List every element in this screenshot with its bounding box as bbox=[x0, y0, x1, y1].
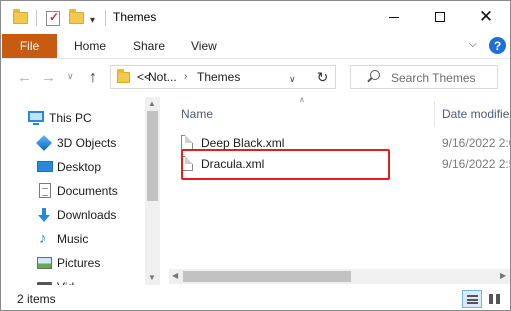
nav-item-label: This PC bbox=[49, 111, 92, 125]
forward-icon[interactable]: → bbox=[41, 69, 56, 86]
large-icons-view-icon bbox=[489, 294, 500, 304]
horizontal-scrollbar[interactable]: ◀ ▶ bbox=[169, 269, 510, 284]
nav-item-label: 3D Objects bbox=[57, 136, 117, 150]
search-input[interactable]: Search Themes bbox=[350, 65, 498, 89]
maximize-button[interactable] bbox=[417, 1, 463, 33]
maximize-icon bbox=[435, 12, 445, 22]
large-icons-view-button[interactable] bbox=[485, 290, 505, 308]
folder-icon bbox=[117, 69, 130, 83]
nav-item-label: Pictures bbox=[57, 256, 101, 270]
refresh-icon: ↻ bbox=[316, 68, 329, 85]
minimize-icon bbox=[389, 16, 399, 18]
desktop-icon bbox=[37, 161, 53, 175]
status-bar: 2 items bbox=[1, 285, 510, 310]
nav-item-music[interactable]: ♪ Music bbox=[1, 228, 146, 250]
scroll-up-icon[interactable]: ▲ bbox=[148, 99, 156, 108]
address-bar[interactable]: << Not... › Themes ∨ bbox=[110, 65, 336, 89]
breadcrumb-not[interactable]: Not... bbox=[148, 70, 177, 84]
quick-access-dropdown-icon[interactable]: ▾ bbox=[90, 11, 95, 29]
up-icon[interactable]: ↑ bbox=[89, 69, 97, 87]
nav-item-this-pc[interactable]: This PC bbox=[1, 107, 146, 129]
search-icon bbox=[367, 70, 380, 82]
pictures-icon bbox=[37, 257, 53, 271]
3d-objects-icon bbox=[36, 135, 53, 151]
close-icon: ✕ bbox=[478, 7, 494, 26]
music-icon: ♪ bbox=[39, 230, 47, 247]
nav-item-label: Downloads bbox=[57, 208, 117, 222]
close-button[interactable]: ✕ bbox=[463, 1, 509, 33]
nav-item-documents[interactable]: Documents bbox=[1, 180, 146, 202]
column-divider[interactable] bbox=[434, 101, 435, 127]
nav-item-pictures[interactable]: Pictures bbox=[1, 252, 146, 274]
properties-icon[interactable] bbox=[46, 9, 60, 27]
details-view-icon bbox=[467, 295, 478, 304]
address-row: ← → ∨ ↑ << Not... › Themes ∨ ↻ Search Th… bbox=[1, 59, 510, 97]
navigation-pane: This PC 3D Objects Desktop Documents Dow… bbox=[1, 97, 161, 294]
title-bar: ▾ Themes ✕ bbox=[1, 1, 510, 33]
help-icon[interactable]: ? bbox=[489, 37, 506, 54]
chevron-down-icon[interactable]: ∨ bbox=[289, 74, 296, 85]
folder-icon bbox=[13, 9, 28, 27]
refresh-button[interactable]: ↻ bbox=[310, 65, 336, 89]
scroll-left-icon[interactable]: ◀ bbox=[172, 271, 178, 280]
file-date: 9/16/2022 2:5 bbox=[442, 157, 511, 171]
tab-home[interactable]: Home bbox=[74, 39, 106, 53]
ribbon: File Home Share View ⌵ ? bbox=[1, 33, 510, 59]
documents-icon bbox=[39, 183, 55, 198]
back-icon[interactable]: ← bbox=[17, 69, 32, 86]
column-header-date-modified[interactable]: Date modifie bbox=[442, 107, 509, 121]
tab-view[interactable]: View bbox=[191, 39, 217, 53]
computer-icon bbox=[28, 111, 44, 125]
highlight-box bbox=[181, 149, 390, 180]
details-view-button[interactable] bbox=[462, 290, 482, 308]
explorer-window: ▾ Themes ✕ File Home Share View ⌵ ? ← → … bbox=[0, 0, 511, 311]
scroll-right-icon[interactable]: ▶ bbox=[500, 271, 506, 280]
search-placeholder: Search Themes bbox=[391, 71, 476, 85]
navigation-scrollbar[interactable]: ▲ ▼ bbox=[145, 97, 160, 285]
expand-ribbon-icon[interactable]: ⌵ bbox=[469, 39, 477, 50]
nav-item-3d-objects[interactable]: 3D Objects bbox=[1, 132, 146, 154]
sort-indicator-icon: ∧ bbox=[299, 95, 305, 104]
tab-file[interactable]: File bbox=[2, 34, 57, 58]
divider bbox=[105, 10, 106, 26]
tab-share[interactable]: Share bbox=[133, 39, 165, 53]
nav-item-desktop[interactable]: Desktop bbox=[1, 156, 146, 178]
nav-item-label: Desktop bbox=[57, 160, 102, 174]
nav-item-label: Documents bbox=[57, 184, 118, 198]
chevron-right-icon[interactable]: › bbox=[184, 71, 187, 82]
window-title: Themes bbox=[113, 10, 157, 24]
file-name: Deep Black.xml bbox=[201, 136, 285, 150]
column-header-name[interactable]: Name bbox=[181, 107, 213, 121]
divider bbox=[36, 10, 37, 26]
item-count: 2 items bbox=[17, 292, 56, 306]
new-folder-icon[interactable] bbox=[69, 9, 84, 27]
recent-locations-icon[interactable]: ∨ bbox=[67, 71, 74, 82]
minimize-button[interactable] bbox=[371, 1, 417, 33]
file-date: 9/16/2022 2:0 bbox=[442, 136, 511, 150]
scroll-down-icon[interactable]: ▼ bbox=[148, 273, 156, 282]
downloads-icon bbox=[37, 208, 53, 222]
scrollbar-thumb[interactable] bbox=[183, 271, 351, 282]
scrollbar-thumb[interactable] bbox=[147, 111, 158, 201]
breadcrumb-themes[interactable]: Themes bbox=[197, 70, 240, 84]
file-icon bbox=[181, 135, 193, 150]
nav-item-downloads[interactable]: Downloads bbox=[1, 204, 146, 226]
nav-item-label: Music bbox=[57, 232, 89, 246]
file-list-pane: ∧ Name Date modifie Deep Black.xml 9/16/… bbox=[161, 95, 511, 285]
